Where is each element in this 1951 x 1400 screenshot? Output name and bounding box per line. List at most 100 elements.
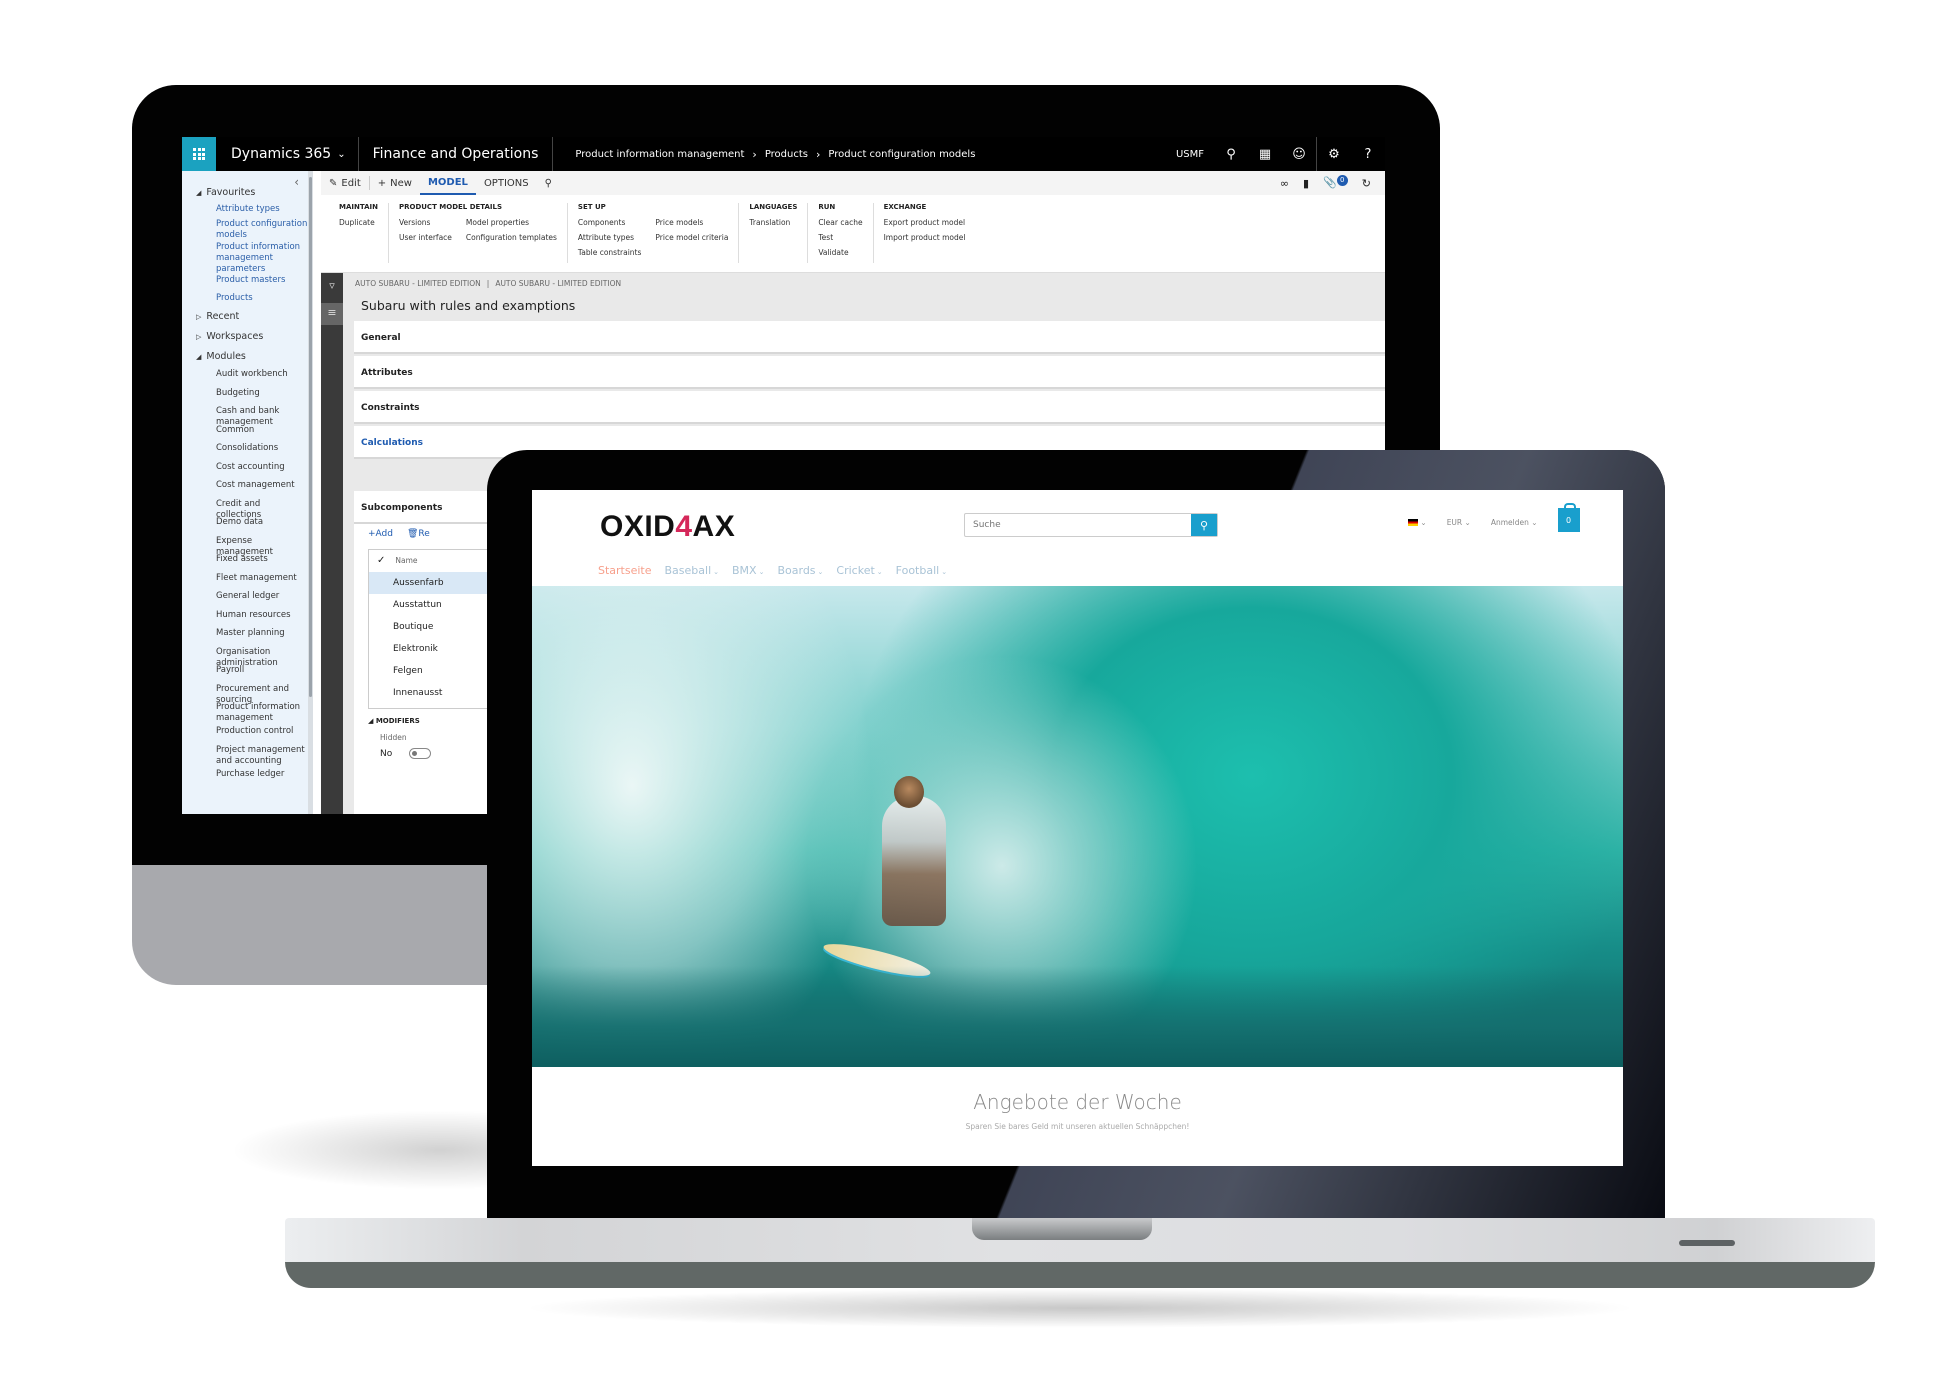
edit-button[interactable]: ✎ Edit: [321, 171, 369, 195]
module-name[interactable]: Finance and Operations: [359, 137, 554, 171]
ribbon-button[interactable]: Model properties: [466, 218, 557, 227]
ribbon-button[interactable]: Table constraints: [578, 248, 641, 257]
ribbon-button[interactable]: Price model criteria: [655, 233, 728, 242]
new-button[interactable]: + New: [370, 171, 420, 195]
help-icon[interactable]: ?: [1351, 147, 1385, 162]
login-menu[interactable]: Anmelden ⌄: [1491, 518, 1538, 527]
favourite-item[interactable]: Products★: [216, 293, 313, 304]
ribbon-button[interactable]: Test: [818, 233, 862, 242]
smiley-icon[interactable]: ☺: [1282, 147, 1316, 162]
module-item[interactable]: Budgeting: [216, 388, 308, 399]
expanded-triangle-icon: ◢: [196, 353, 202, 361]
workspaces-header[interactable]: ▷ Workspaces: [196, 331, 263, 342]
ribbon-group: SET UP Components Attribute types Table con…: [568, 203, 740, 263]
company-picker[interactable]: USMF: [1166, 149, 1214, 160]
favourite-item[interactable]: Product masters★: [216, 275, 313, 286]
message-icon[interactable]: ▦: [1248, 147, 1282, 162]
nav-item-boards[interactable]: Boards ⌄: [777, 564, 823, 577]
fasttab-attributes[interactable]: Attributes: [354, 356, 1385, 389]
module-item[interactable]: Human resources: [216, 610, 308, 621]
nav-item-football[interactable]: Football ⌄: [896, 564, 947, 577]
ribbon-button[interactable]: Attribute types: [578, 233, 641, 242]
recent-header[interactable]: ▷ Recent: [196, 311, 239, 322]
check-icon[interactable]: ✓: [377, 555, 385, 566]
list-icon[interactable]: ≡: [321, 303, 343, 325]
module-item[interactable]: Demo data: [216, 517, 308, 528]
nav-item-bmx[interactable]: BMX ⌄: [732, 564, 764, 577]
module-item[interactable]: Project management and accounting: [216, 745, 308, 767]
table-row[interactable]: Boutique: [369, 616, 487, 638]
favourite-item[interactable]: Attribute types★: [216, 204, 313, 215]
tab-model[interactable]: MODEL: [419, 171, 476, 195]
ribbon-button[interactable]: Price models: [655, 218, 728, 227]
currency-selector[interactable]: EUR ⌄: [1447, 518, 1471, 527]
ribbon-button[interactable]: Configuration templates: [466, 233, 557, 242]
wave-foreground: [532, 966, 1623, 1067]
breadcrumb-item[interactable]: Product information management: [575, 149, 744, 160]
breadcrumb-item[interactable]: Product configuration models: [828, 149, 975, 160]
module-item[interactable]: Fleet management: [216, 573, 308, 584]
module-item[interactable]: Master planning: [216, 628, 308, 639]
module-item[interactable]: Audit workbench: [216, 369, 308, 380]
ribbon-button[interactable]: Export product model: [884, 218, 966, 227]
nav-item-cricket[interactable]: Cricket ⌄: [836, 564, 882, 577]
ribbon-button[interactable]: Import product model: [884, 233, 966, 242]
module-item[interactable]: Production control: [216, 726, 308, 737]
app-launcher-button[interactable]: [182, 137, 216, 171]
cart-button[interactable]: 0: [1557, 503, 1580, 532]
hidden-toggle[interactable]: [409, 748, 431, 759]
breadcrumb-item[interactable]: Products: [765, 149, 808, 160]
ribbon-button[interactable]: Components: [578, 218, 641, 227]
ribbon-button[interactable]: Clear cache: [818, 218, 862, 227]
module-item[interactable]: Product information management: [216, 702, 308, 724]
table-row[interactable]: Elektronik: [369, 638, 487, 660]
surfer-body: [882, 796, 946, 926]
module-item[interactable]: Fixed assets: [216, 554, 308, 565]
search-button[interactable]: ⚲: [1191, 514, 1217, 536]
module-item[interactable]: Common: [216, 425, 308, 436]
app-switcher[interactable]: Dynamics 365 ⌄: [216, 137, 359, 171]
module-item[interactable]: Cost accounting: [216, 462, 308, 473]
ribbon-button[interactable]: Validate: [818, 248, 862, 257]
modifiers-header[interactable]: ◢ MODIFIERS: [368, 717, 420, 725]
action-ribbon: MAINTAIN Duplicate PRODUCT MODEL DETAILS Ve…: [321, 195, 1385, 273]
attachments-icon[interactable]: 📎 0: [1323, 174, 1348, 190]
filter-icon[interactable]: ▿: [321, 273, 343, 301]
ribbon-button[interactable]: Translation: [749, 218, 790, 227]
gear-icon[interactable]: ⚙: [1317, 147, 1351, 162]
scrollbar-thumb[interactable]: [309, 177, 312, 697]
favourite-item[interactable]: Product information management parameter…: [216, 242, 313, 275]
fasttab-general[interactable]: General: [354, 321, 1385, 354]
module-item[interactable]: General ledger: [216, 591, 308, 602]
table-row[interactable]: Felgen: [369, 660, 487, 682]
module-item[interactable]: Payroll: [216, 665, 308, 676]
table-row[interactable]: Innenausst: [369, 682, 487, 704]
add-button[interactable]: +Add: [368, 529, 393, 539]
search-input[interactable]: [965, 514, 1191, 536]
table-row[interactable]: Ausstattun: [369, 594, 487, 616]
refresh-icon[interactable]: ↻: [1362, 177, 1371, 190]
search-icon[interactable]: ⚲: [537, 171, 560, 195]
office-icon[interactable]: ▮: [1303, 177, 1309, 190]
module-item[interactable]: Cost management: [216, 480, 308, 491]
ribbon-button[interactable]: Versions: [399, 218, 452, 227]
connections-icon[interactable]: ∞: [1280, 177, 1289, 190]
ribbon-button[interactable]: User interface: [399, 233, 452, 242]
shop-logo[interactable]: OXID4AX: [600, 510, 735, 544]
ribbon-button[interactable]: Duplicate: [339, 218, 375, 227]
remove-button[interactable]: 🗑Re: [407, 529, 430, 539]
table-row[interactable]: Aussenfarb: [369, 572, 487, 594]
module-item[interactable]: Purchase ledger: [216, 769, 308, 780]
nav-item-startseite[interactable]: Startseite: [598, 564, 652, 577]
fasttab-constraints[interactable]: Constraints: [354, 391, 1385, 424]
hero-banner-image[interactable]: [532, 586, 1623, 1067]
collapse-pane-icon[interactable]: ‹: [294, 175, 299, 189]
tab-options[interactable]: OPTIONS: [476, 171, 537, 195]
language-selector[interactable]: ⌄: [1408, 518, 1427, 527]
modules-header[interactable]: ◢ Modules: [196, 351, 246, 362]
nav-item-baseball[interactable]: Baseball ⌄: [665, 564, 720, 577]
search-icon[interactable]: ⚲: [1214, 147, 1248, 162]
favourites-header[interactable]: ◢ Favourites: [196, 187, 255, 198]
favourite-item[interactable]: Product configuration models★: [216, 219, 313, 241]
module-item[interactable]: Consolidations: [216, 443, 308, 454]
